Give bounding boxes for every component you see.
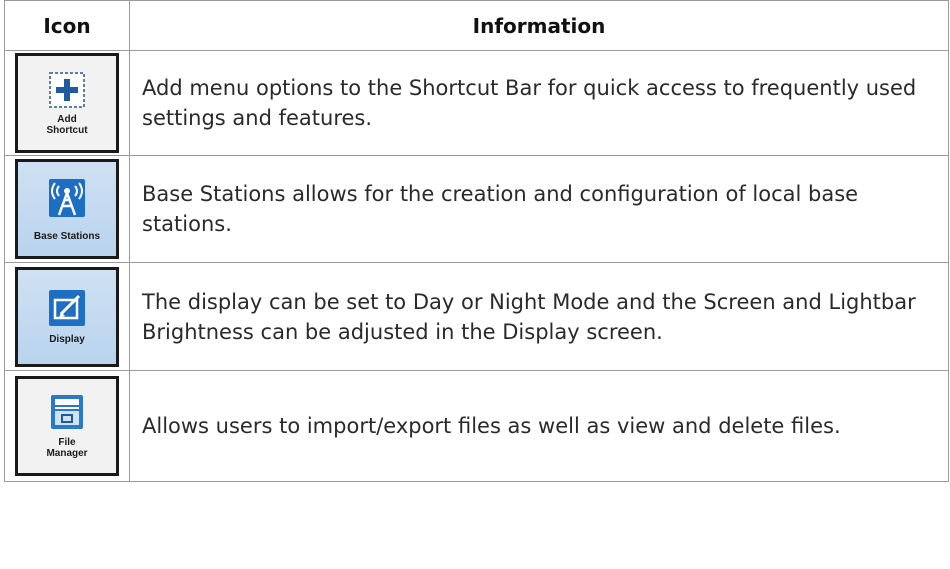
- base-stations-label: Base Stations: [33, 230, 101, 242]
- icon-column-header: Icon: [4, 0, 130, 51]
- display-button[interactable]: Display: [15, 266, 119, 367]
- file-manager-description: Allows users to import/export files as w…: [129, 370, 949, 482]
- add-shortcut-button[interactable]: Add Shortcut: [15, 53, 119, 153]
- base-stations-description: Base Stations allows for the creation an…: [129, 155, 949, 263]
- icon-cell: Base Stations: [4, 155, 130, 263]
- information-column-header: Information: [129, 0, 949, 51]
- table-header-row: Icon Information: [4, 0, 949, 51]
- file-manager-icon: [51, 395, 83, 429]
- icon-information-table: Icon Information Add Shortcut Add menu o…: [4, 0, 949, 482]
- add-shortcut-description: Add menu options to the Shortcut Bar for…: [129, 50, 949, 156]
- display-label: Display: [49, 334, 85, 345]
- icon-cell: Display: [4, 262, 130, 371]
- icon-cell: Add Shortcut: [4, 50, 130, 156]
- table-row: File Manager Allows users to import/expo…: [4, 370, 949, 482]
- base-stations-button[interactable]: Base Stations: [15, 159, 119, 259]
- file-manager-button[interactable]: File Manager: [15, 376, 119, 476]
- file-manager-label: File Manager: [46, 437, 88, 459]
- add-shortcut-label: Add Shortcut: [46, 114, 88, 136]
- display-description: The display can be set to Day or Night M…: [129, 262, 949, 371]
- table-row: Display The display can be set to Day or…: [4, 262, 949, 371]
- table-row: Add Shortcut Add menu options to the Sho…: [4, 50, 949, 156]
- display-icon: [49, 290, 85, 326]
- table-row: Base Stations Base Stations allows for t…: [4, 155, 949, 263]
- base-stations-icon: [49, 178, 85, 217]
- icon-cell: File Manager: [4, 370, 130, 482]
- add-shortcut-icon: [49, 72, 85, 108]
